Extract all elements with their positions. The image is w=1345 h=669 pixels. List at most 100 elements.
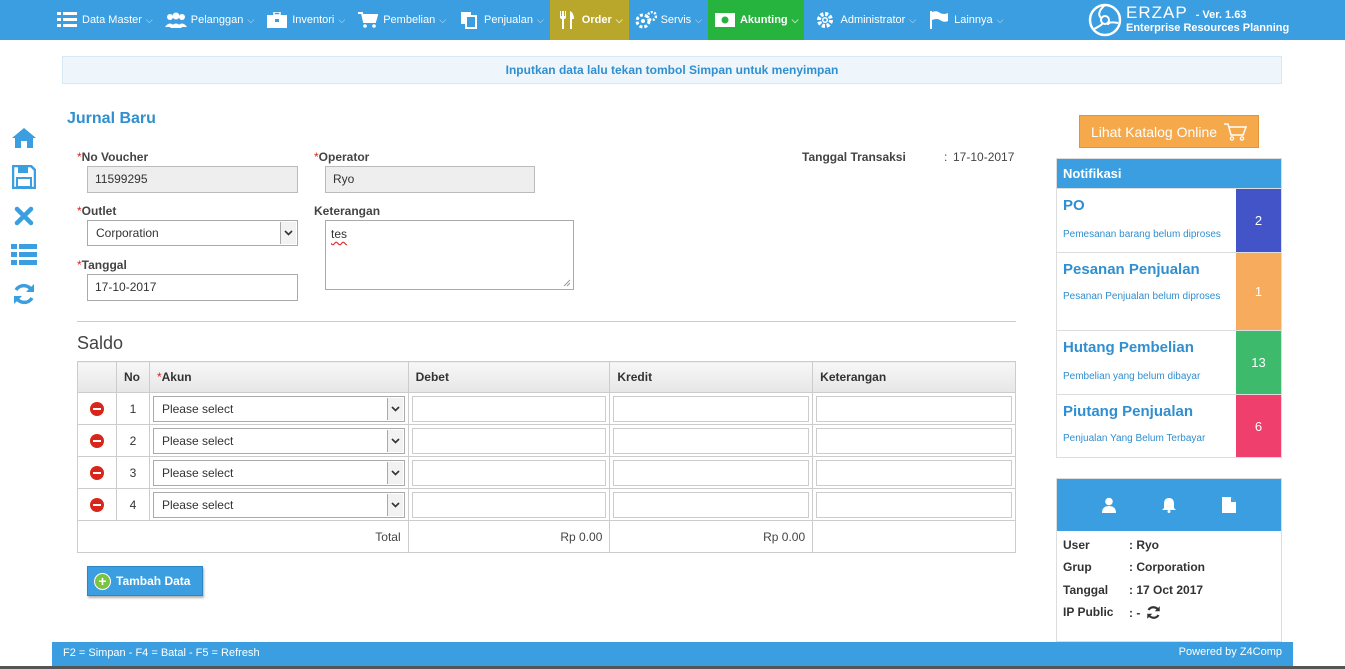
keterangan-input[interactable] <box>816 459 1012 486</box>
nav-administrator[interactable]: Administrator ⌵ <box>808 0 922 40</box>
kredit-input[interactable] <box>613 459 810 486</box>
info-banner: Inputkan data lalu tekan tombol Simpan u… <box>62 56 1282 84</box>
save-button[interactable] <box>0 157 48 196</box>
delete-row-icon[interactable] <box>89 497 104 512</box>
nav-order[interactable]: Order ⌵ <box>549 0 629 40</box>
chevron-down-icon <box>280 222 296 244</box>
bell-icon[interactable] <box>1161 497 1177 513</box>
row-no: 1 <box>115 392 150 425</box>
akun-select-value: Please select <box>161 497 234 512</box>
refresh-button[interactable] <box>0 274 48 313</box>
kredit-input[interactable] <box>613 427 810 454</box>
notif-desc: Pemesanan barang belum diproses <box>1063 229 1221 240</box>
tanggal-field[interactable]: 17-10-2017 <box>87 274 298 301</box>
nav-inventori[interactable]: Inventori ⌵ <box>260 0 351 40</box>
brand-logo: ERZAP - Ver. 1.63 Enterprise Resources Pl… <box>1088 2 1289 38</box>
tambah-data-label: Tambah Data <box>116 574 191 588</box>
akun-select-value: Please select <box>161 465 234 480</box>
akun-select[interactable]: Please select <box>152 459 405 486</box>
notif-desc: Pembelian yang belum dibayar <box>1063 371 1201 382</box>
cart-icon <box>357 11 379 29</box>
nav-servis[interactable]: Servis ⌵ <box>629 0 708 40</box>
plus-icon: + <box>94 572 111 590</box>
table-row: 4 Please select <box>77 488 1016 521</box>
action-sidebar <box>0 118 48 318</box>
keterangan-input[interactable] <box>816 491 1012 518</box>
footer-bar: F2 = Simpan - F4 = Batal - F5 = Refresh … <box>52 642 1293 666</box>
kredit-input[interactable] <box>613 395 810 422</box>
briefcase-icon <box>266 11 288 29</box>
nav-lainnya[interactable]: Lainnya ⌵ <box>922 0 1009 40</box>
notif-hutang-pembelian[interactable]: Hutang Pembelian Pembelian yang belum dib… <box>1057 330 1281 394</box>
user-icon[interactable] <box>1101 497 1116 513</box>
outlet-select[interactable]: Corporation <box>87 220 298 246</box>
notif-po[interactable]: PO Pemesanan barang belum diproses 2 <box>1057 188 1281 252</box>
file-icon[interactable] <box>1222 497 1237 513</box>
operator-label: *Operator <box>314 150 369 164</box>
debet-input[interactable] <box>411 427 607 454</box>
nav-label: Servis <box>660 14 692 26</box>
grup-value: : Corporation <box>1129 560 1205 574</box>
nav-pelanggan[interactable]: Pelanggan ⌵ <box>159 0 260 40</box>
tambah-data-button[interactable]: + Tambah Data <box>87 566 203 596</box>
akun-select[interactable]: Please select <box>152 395 405 422</box>
copy-icon <box>458 11 480 29</box>
table-total-row: Total Rp 0.00 Rp 0.00 <box>77 520 1016 553</box>
keterangan-input[interactable] <box>816 427 1012 454</box>
notif-pesanan-penjualan[interactable]: Pesanan Penjualan Pesanan Penjualan belum… <box>1057 252 1281 330</box>
resize-handle-icon[interactable] <box>563 279 571 287</box>
tanggal-transaksi-value: 17-10-2017 <box>953 150 1015 164</box>
label-text: No Voucher <box>81 150 149 164</box>
table-row: 2 Please select <box>77 424 1016 457</box>
table-row: 3 Please select <box>77 456 1016 489</box>
delete-row-icon[interactable] <box>89 433 104 448</box>
brand-version: - Ver. 1.63 <box>1195 8 1247 21</box>
list-icon <box>56 11 78 29</box>
total-debet: Rp 0.00 <box>407 520 611 553</box>
brand-name: ERZAP <box>1126 2 1188 22</box>
close-icon <box>14 206 34 225</box>
notif-count: 13 <box>1236 331 1281 394</box>
lihat-katalog-button[interactable]: Lihat Katalog Online <box>1079 115 1259 148</box>
col-no: No <box>115 361 150 393</box>
nav-pembelian[interactable]: Pembelian ⌵ <box>351 0 452 40</box>
debet-input[interactable] <box>411 459 607 486</box>
keterangan-textarea[interactable]: tes <box>325 220 574 290</box>
col-akun: *Akun <box>148 361 409 393</box>
nav-label: Inventori <box>292 14 335 26</box>
notif-title: Hutang Pembelian <box>1063 339 1194 356</box>
operator-field[interactable]: Ryo <box>325 166 535 193</box>
akun-select[interactable]: Please select <box>152 427 405 454</box>
delete-row-icon[interactable] <box>89 401 104 416</box>
col-akun-label: Akun <box>161 370 192 384</box>
chevron-down-icon: ⌵ <box>338 14 346 25</box>
keterangan-input[interactable] <box>816 395 1012 422</box>
nav-penjualan[interactable]: Penjualan ⌵ <box>452 0 550 40</box>
nav-label: Order <box>581 14 612 26</box>
debet-input[interactable] <box>411 491 607 518</box>
keterangan-text: tes <box>331 227 348 241</box>
nav-label: Lainnya <box>954 14 993 26</box>
home-button[interactable] <box>0 118 48 157</box>
delete-row-icon[interactable] <box>89 465 104 480</box>
user-panel-tabs <box>1057 479 1281 531</box>
chevron-down-icon: ⌵ <box>909 14 917 25</box>
nav-data-master[interactable]: Data Master ⌵ <box>50 0 159 40</box>
list-view-button[interactable] <box>0 235 48 274</box>
chevron-down-icon: ⌵ <box>439 14 447 25</box>
akun-select[interactable]: Please select <box>152 491 405 518</box>
refresh-icon[interactable] <box>1146 605 1161 620</box>
kredit-input[interactable] <box>613 491 810 518</box>
page-title: Jurnal Baru <box>67 110 156 127</box>
no-voucher-field[interactable]: 11599295 <box>87 166 298 193</box>
cancel-button[interactable] <box>0 196 48 235</box>
nav-akunting[interactable]: Akunting ⌵ <box>707 0 805 40</box>
chevron-down-icon: ⌵ <box>615 14 623 25</box>
users-icon <box>164 11 187 29</box>
notif-title: Pesanan Penjualan <box>1063 261 1200 278</box>
nav-label: Penjualan <box>484 14 533 26</box>
brand-subtitle: Enterprise Resources Planning <box>1126 21 1290 34</box>
notif-desc: Pesanan Penjualan belum diproses <box>1063 291 1221 302</box>
debet-input[interactable] <box>411 395 607 422</box>
notif-piutang-penjualan[interactable]: Piutang Penjualan Penjualan Yang Belum Te… <box>1057 394 1281 457</box>
